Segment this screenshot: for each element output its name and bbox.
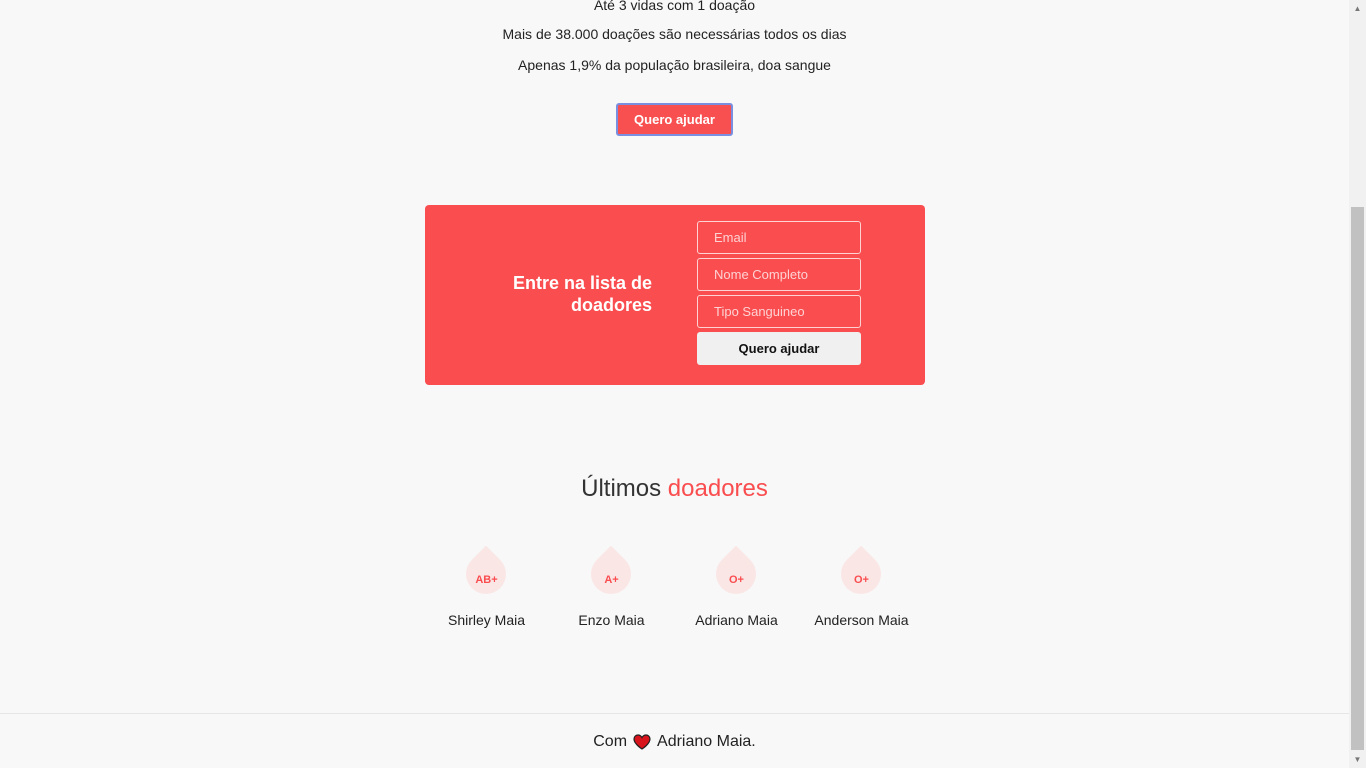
page: Até 3 vidas com 1 doação Mais de 38.000 … — [0, 0, 1349, 768]
footer-author: Adriano Maia. — [657, 732, 756, 750]
donors-title-accent: doadores — [667, 475, 768, 502]
donor-name: Shirley Maia — [447, 612, 526, 628]
scroll-up-arrow-icon[interactable]: ▲ — [1349, 0, 1366, 17]
fact-text: Apenas 1,9% da população brasileira, doa… — [518, 57, 831, 73]
donor-blood-type: A+ — [604, 574, 619, 586]
donor-list: AB+ Shirley Maia A+ Enzo Maia O+ Adriano… — [424, 545, 924, 640]
scroll-down-arrow-icon[interactable]: ▼ — [1349, 751, 1366, 768]
donor-name: Adriano Maia — [695, 612, 778, 628]
help-button[interactable]: Quero ajudar — [616, 103, 733, 136]
signup-title-line: doadores — [570, 295, 652, 315]
heart-icon — [633, 733, 651, 750]
signup-submit-button[interactable]: Quero ajudar — [697, 332, 861, 365]
donors-title: Últimos doadores — [0, 475, 1349, 503]
donor-blood-type: O+ — [729, 574, 744, 586]
fact-text: Até 3 vidas com 1 doação — [593, 0, 756, 13]
donor-name: Anderson Maia — [814, 612, 909, 628]
vertical-scrollbar[interactable]: ▲ ▼ — [1349, 0, 1366, 768]
fact-text: Mais de 38.000 doações são necessárias t… — [502, 26, 847, 42]
footer: Com Adriano Maia. — [0, 713, 1349, 768]
scrollbar-thumb[interactable] — [1351, 207, 1364, 750]
signup-title: Entre na lista de doadores — [452, 272, 652, 316]
signup-title-line: Entre na lista de — [512, 273, 652, 293]
donor-name: Enzo Maia — [578, 612, 645, 628]
signup-card: Entre na lista de doadores Quero ajudar — [425, 205, 925, 385]
blood-type-field[interactable] — [697, 295, 861, 328]
donor-blood-type: O+ — [854, 574, 869, 586]
full-name-field[interactable] — [697, 258, 861, 291]
footer-prefix: Com — [593, 732, 628, 750]
donors-title-plain: Últimos — [581, 475, 662, 502]
email-field[interactable] — [697, 221, 861, 254]
donor-blood-type: AB+ — [475, 574, 498, 586]
